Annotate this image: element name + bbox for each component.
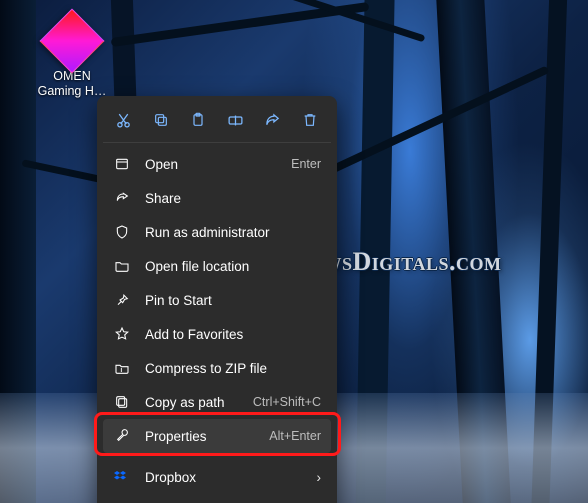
- rename-button[interactable]: [220, 106, 252, 134]
- menu-item-hint: Alt+Enter: [269, 429, 321, 443]
- star-icon: [113, 325, 131, 343]
- menu-item-label: Share: [145, 191, 321, 206]
- menu-item-open[interactable]: Open Enter: [103, 147, 331, 181]
- trash-icon: [302, 112, 318, 128]
- menu-item-dropbox[interactable]: Dropbox ›: [103, 460, 331, 494]
- copy-button[interactable]: [145, 106, 177, 134]
- menu-item-label: Run as administrator: [145, 225, 321, 240]
- menu-item-label: Properties: [145, 429, 269, 444]
- cut-icon: [115, 112, 132, 129]
- menu-item-kaspersky[interactable]: Kaspersky ›: [103, 494, 331, 503]
- desktop-shortcut-omen[interactable]: OMEN Gaming H…: [30, 18, 114, 99]
- menu-item-label: Dropbox: [145, 470, 317, 485]
- menu-item-label: Open: [145, 157, 291, 172]
- menu-item-share[interactable]: Share: [103, 181, 331, 215]
- menu-item-add-favorites[interactable]: Add to Favorites: [103, 317, 331, 351]
- menu-item-label: Compress to ZIP file: [145, 361, 321, 376]
- properties-icon: [113, 427, 131, 445]
- share-arrow-icon: [264, 112, 281, 129]
- menu-item-open-location[interactable]: Open file location: [103, 249, 331, 283]
- separator: [103, 455, 331, 456]
- chevron-right-icon: ›: [317, 470, 322, 485]
- dropbox-icon: [113, 468, 131, 486]
- context-menu-toolbar: [103, 102, 331, 140]
- zip-icon: [113, 359, 131, 377]
- menu-item-hint: Ctrl+Shift+C: [253, 395, 321, 409]
- menu-item-label: Copy as path: [145, 395, 253, 410]
- menu-item-label: Add to Favorites: [145, 327, 321, 342]
- menu-item-hint: Enter: [291, 157, 321, 171]
- share-top-button[interactable]: [257, 106, 289, 134]
- copypath-icon: [113, 393, 131, 411]
- copy-icon: [153, 112, 169, 128]
- cut-button[interactable]: [108, 106, 140, 134]
- menu-item-copy-path[interactable]: Copy as path Ctrl+Shift+C: [103, 385, 331, 419]
- menu-item-properties[interactable]: Properties Alt+Enter: [103, 419, 331, 453]
- delete-button[interactable]: [294, 106, 326, 134]
- menu-item-label: Open file location: [145, 259, 321, 274]
- paste-icon: [190, 112, 206, 128]
- omen-logo-icon: [39, 8, 104, 73]
- menu-item-run-as-admin[interactable]: Run as administrator: [103, 215, 331, 249]
- share-icon: [113, 189, 131, 207]
- menu-item-compress-zip[interactable]: Compress to ZIP file: [103, 351, 331, 385]
- rename-icon: [227, 112, 244, 129]
- separator: [103, 142, 331, 143]
- menu-item-pin-start[interactable]: Pin to Start: [103, 283, 331, 317]
- context-menu: Open Enter Share Run as administrator Op…: [97, 96, 337, 503]
- pin-icon: [113, 291, 131, 309]
- menu-item-label: Pin to Start: [145, 293, 321, 308]
- admin-icon: [113, 223, 131, 241]
- folder-icon: [113, 257, 131, 275]
- open-icon: [113, 155, 131, 173]
- paste-button[interactable]: [182, 106, 214, 134]
